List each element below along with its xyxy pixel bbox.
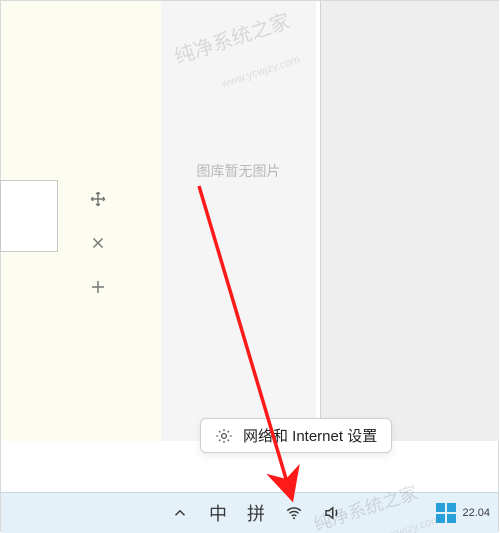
taskbar: 中 拼 22.04 [1,492,498,533]
volume-tray-icon[interactable] [322,493,342,533]
ime-language[interactable]: 中 [208,493,228,533]
gear-icon [215,427,233,445]
network-settings-label: 网络和 Internet 设置 [243,425,377,446]
wifi-icon [285,504,303,522]
delete-tool[interactable] [87,232,109,254]
gallery-empty-text: 图库暂无图片 [161,161,316,181]
speaker-icon [323,504,341,522]
system-tray: 中 拼 [170,493,342,533]
add-tool[interactable] [87,276,109,298]
move-icon [89,190,107,208]
right-panel [320,1,499,441]
tray-overflow[interactable] [170,493,190,533]
ime-mode[interactable]: 拼 [246,493,266,533]
plus-icon [89,278,107,296]
tool-column [80,188,116,298]
taskbar-right: 22.04 [436,493,490,533]
move-tool[interactable] [87,188,109,210]
windows-logo-icon[interactable] [436,503,456,523]
wifi-tray-icon[interactable] [284,493,304,533]
gallery-panel: 图库暂无图片 [161,1,316,441]
close-icon [89,234,107,252]
white-card [0,180,58,252]
chevron-up-icon [171,504,189,522]
network-settings-popup[interactable]: 网络和 Internet 设置 [200,418,392,453]
clock-fragment: 22.04 [462,508,490,519]
